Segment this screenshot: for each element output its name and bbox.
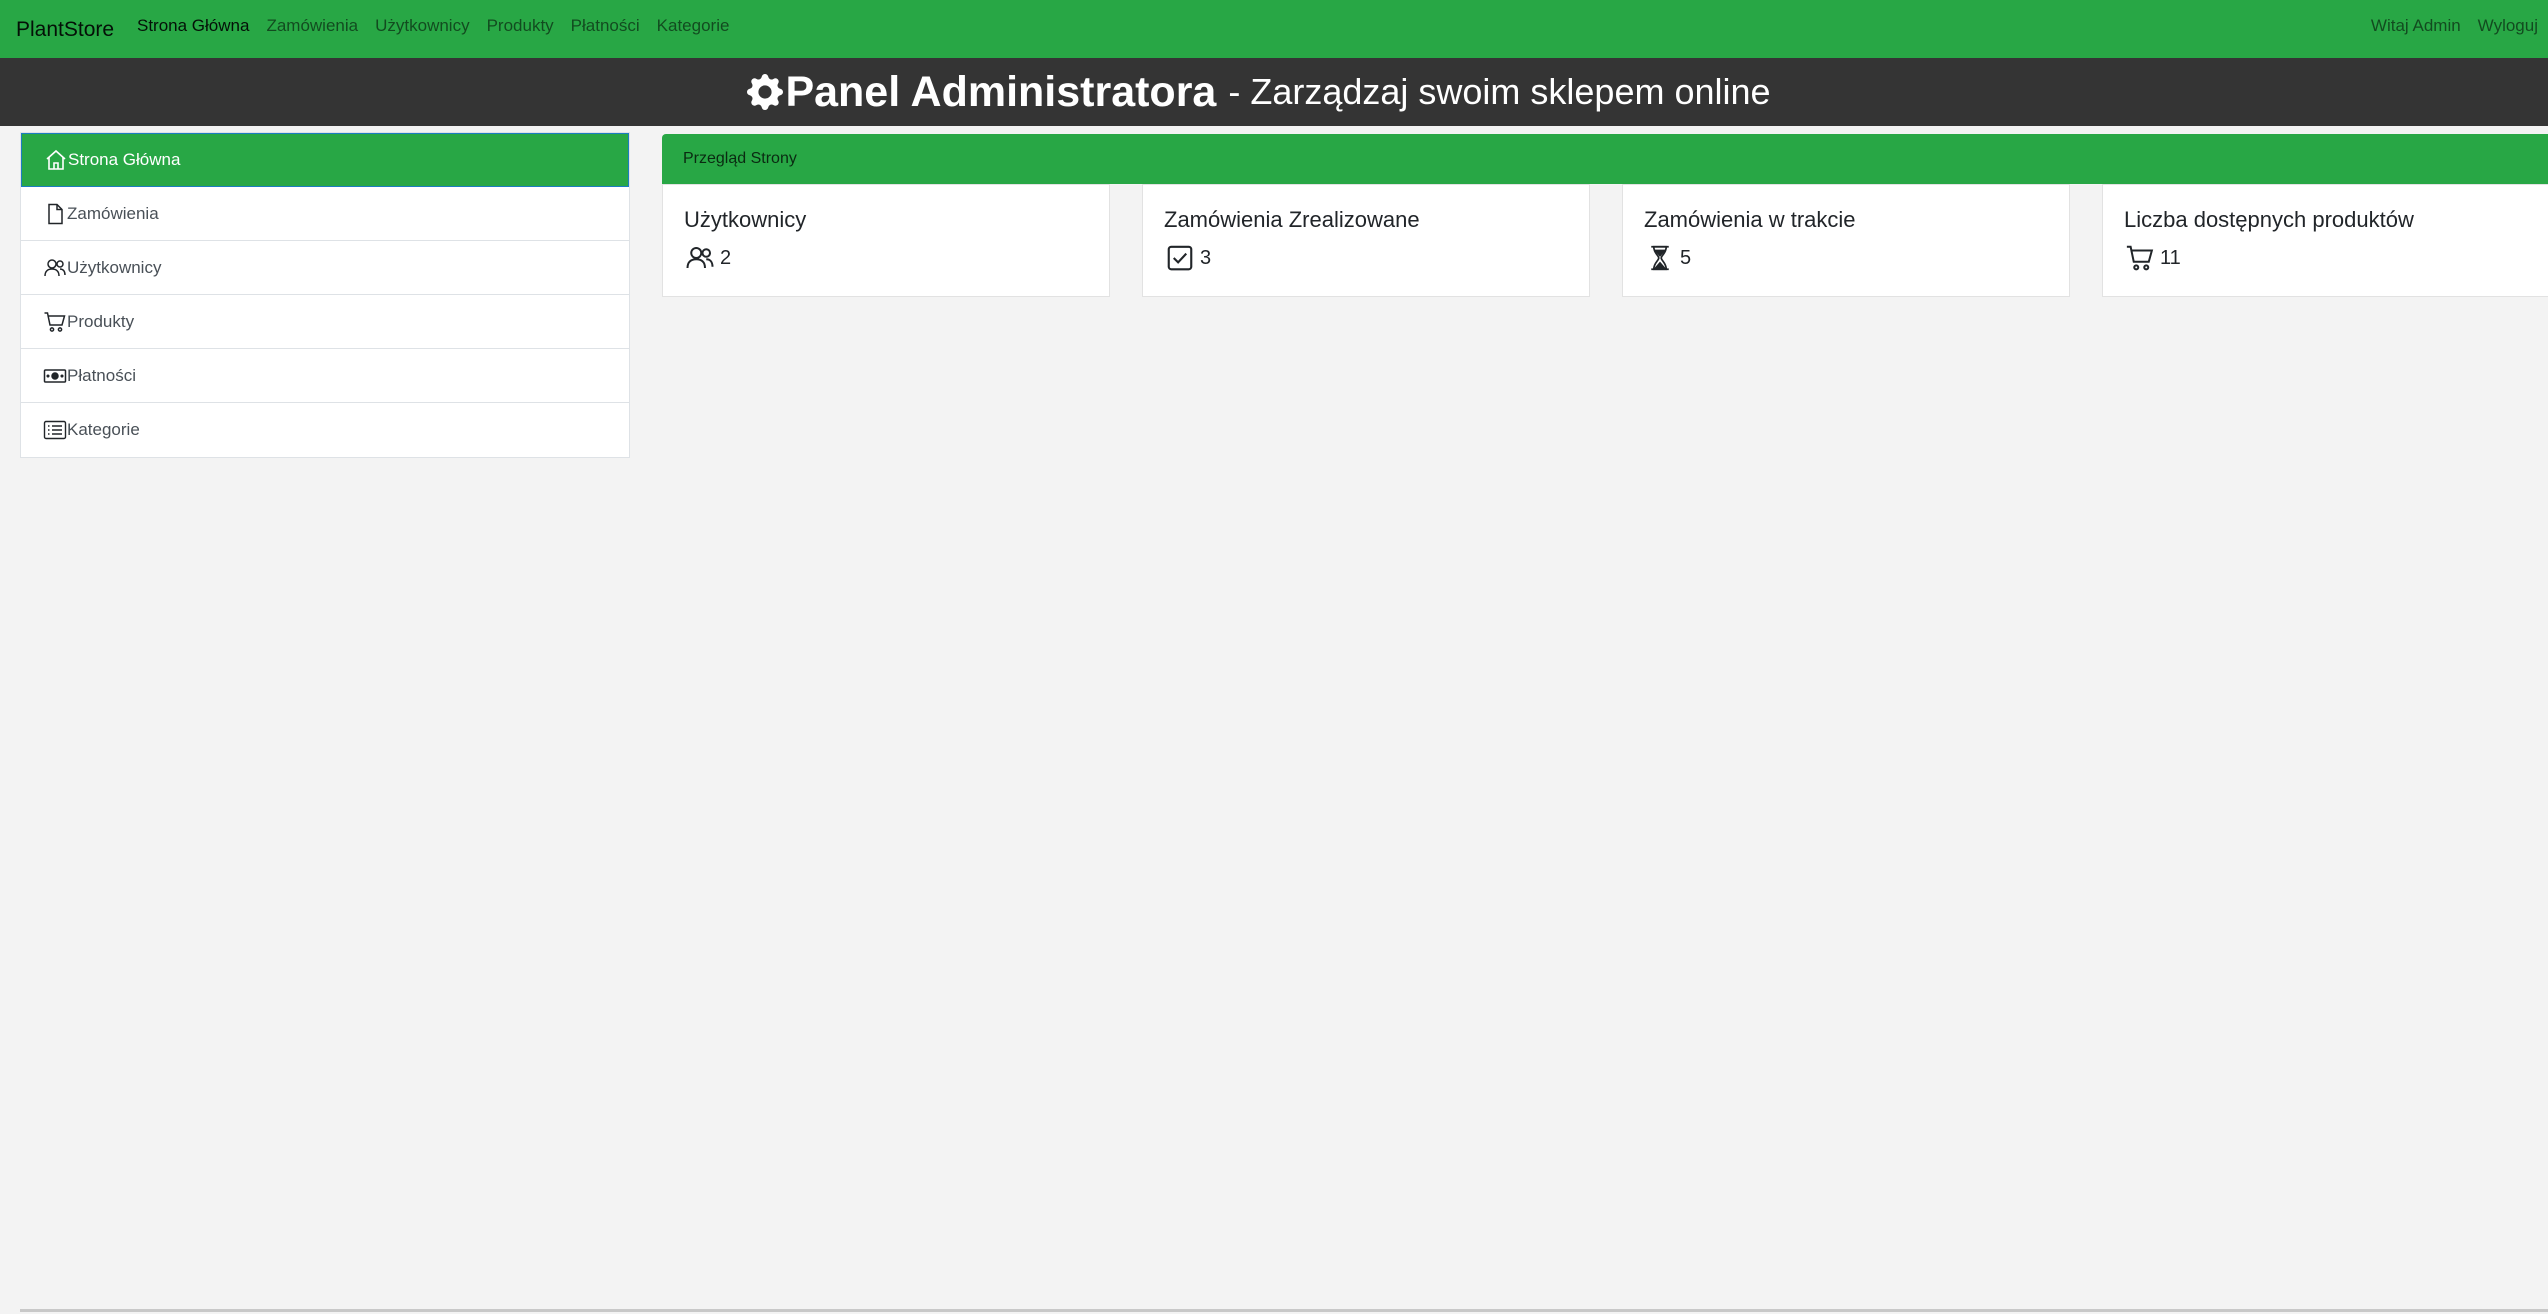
file-icon	[48, 203, 63, 224]
card-value-row: 11	[2124, 243, 2527, 273]
card-value: 5	[1680, 246, 1692, 269]
nav-right: Witaj Admin Wyloguj	[2354, 16, 2538, 36]
page-bottom-border	[20, 1309, 2548, 1312]
sidebar-item-label: Użytkownicy	[67, 257, 162, 277]
card-value-row: 5	[1644, 243, 2048, 273]
stat-card-available-products: Liczba dostępnych produktów 11	[2102, 184, 2548, 297]
top-navbar: PlantStore Strona Główna Zamówienia Użyt…	[0, 0, 2548, 58]
sidebar-item-categories[interactable]: Kategorie	[21, 403, 629, 457]
brand-logo[interactable]: PlantStore	[16, 18, 114, 42]
stat-card-users: Użytkownicy 2	[662, 184, 1110, 297]
card-value: 11	[2160, 246, 2181, 269]
sidebar-item-label: Płatności	[67, 365, 136, 385]
card-value-row: 2	[684, 243, 1088, 273]
nav-links: Strona Główna Zamówienia Użytkownicy Pro…	[137, 16, 746, 36]
sidebar-item-label: Produkty	[67, 311, 135, 331]
stat-card-pending-orders: Zamówienia w trakcie 5	[1622, 184, 2070, 297]
sidebar: Strona Główna Zamówienia Użytkownicy Pro…	[20, 132, 630, 458]
stat-card-completed-orders: Zamówienia Zrealizowane 3	[1142, 184, 1590, 297]
nav-link-users[interactable]: Użytkownicy	[375, 16, 469, 36]
sidebar-item-label: Zamówienia	[67, 203, 159, 223]
card-value: 3	[1200, 246, 1212, 269]
check-square-icon	[1167, 245, 1193, 271]
card-title: Zamówienia w trakcie	[1644, 207, 1856, 232]
cart-icon	[44, 311, 66, 332]
card-title: Zamówienia Zrealizowane	[1164, 207, 1420, 232]
card-value-row: 3	[1164, 243, 1568, 273]
users-icon	[686, 247, 714, 269]
house-icon	[46, 149, 66, 170]
overview-header: Przegląd Strony	[662, 134, 2548, 184]
nav-link-products[interactable]: Produkty	[487, 16, 554, 36]
header-content: Panel Administratora - Zarządzaj swoim s…	[747, 67, 1771, 117]
sidebar-item-home[interactable]: Strona Główna	[21, 133, 629, 187]
logout-link[interactable]: Wyloguj	[2478, 16, 2538, 36]
page-subtitle: - Zarządzaj swoim sklepem online	[1228, 71, 1771, 112]
page-header: Panel Administratora - Zarządzaj swoim s…	[0, 58, 2548, 126]
nav-link-orders[interactable]: Zamówienia	[266, 16, 358, 36]
cash-icon	[43, 368, 67, 383]
sidebar-item-orders[interactable]: Zamówienia	[21, 187, 629, 241]
card-title: Użytkownicy	[684, 207, 807, 232]
sidebar-item-products[interactable]: Produkty	[21, 295, 629, 349]
page-title: Panel Administratora	[785, 67, 1217, 116]
greeting-link[interactable]: Witaj Admin	[2371, 16, 2461, 36]
card-title: Liczba dostępnych produktów	[2124, 207, 2414, 232]
sidebar-item-payments[interactable]: Płatności	[21, 349, 629, 403]
card-value: 2	[720, 246, 732, 269]
nav-link-home[interactable]: Strona Główna	[137, 16, 249, 36]
cart-icon	[2126, 245, 2154, 271]
gear-icon	[747, 74, 784, 110]
sidebar-item-label: Strona Główna	[68, 150, 181, 169]
sidebar-item-users[interactable]: Użytkownicy	[21, 241, 629, 295]
users-icon	[44, 258, 66, 276]
list-icon	[43, 420, 67, 440]
hourglass-icon	[1651, 245, 1669, 271]
sidebar-item-label: Kategorie	[67, 420, 140, 439]
nav-link-payments[interactable]: Płatności	[571, 16, 640, 36]
nav-link-categories[interactable]: Kategorie	[657, 16, 730, 36]
